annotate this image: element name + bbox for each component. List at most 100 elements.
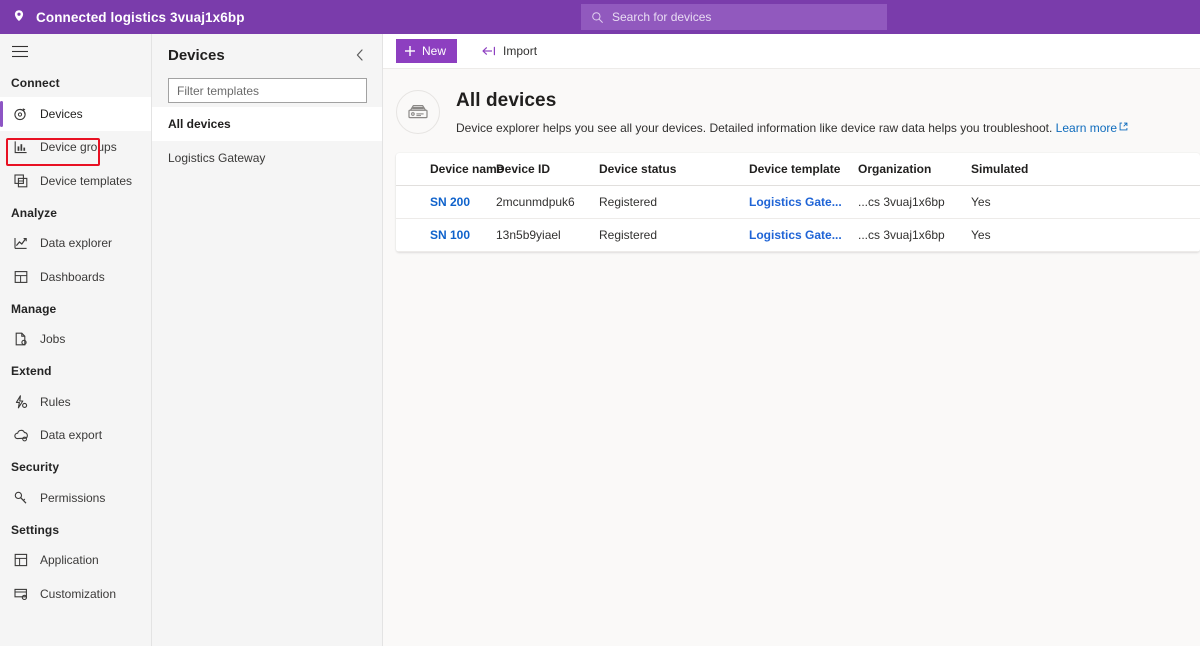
device-name-link[interactable]: SN 100 — [430, 228, 470, 242]
chevron-left-icon[interactable] — [352, 47, 368, 63]
dashboards-icon — [14, 270, 28, 283]
devices-content: All devices Device explorer helps you se… — [383, 69, 1200, 646]
devices-table-card: Device name Device ID Device status Devi… — [396, 153, 1200, 252]
external-link-icon — [1119, 122, 1128, 131]
sidebar-item-data-export[interactable]: Data export — [0, 419, 151, 453]
template-item-logistics-gateway[interactable]: Logistics Gateway — [152, 141, 382, 175]
column-header-organization[interactable]: Organization — [858, 153, 971, 186]
device-gateway-icon — [408, 105, 428, 119]
page-title: All devices — [456, 90, 557, 111]
sidebar-item-jobs[interactable]: Jobs — [0, 323, 151, 357]
nav-section-manage: Manage — [11, 301, 57, 316]
device-groups-icon — [14, 141, 27, 154]
device-template-link[interactable]: Logistics Gate... — [749, 228, 842, 242]
menu-toggle-row[interactable] — [0, 34, 151, 68]
cell-simulated: Yes — [971, 218, 1200, 252]
page-description: Device explorer helps you see all your d… — [456, 121, 1128, 135]
cell-device-status: Registered — [599, 185, 749, 219]
nav-section-analyze: Analyze — [11, 205, 58, 220]
filter-templates-input[interactable] — [168, 78, 367, 103]
sidebar-item-label: Permissions — [40, 490, 106, 505]
sidebar-item-customization[interactable]: Customization — [0, 577, 151, 611]
page-header-texts: All devices Device explorer helps you se… — [456, 88, 1128, 135]
column-header-device-id[interactable]: Device ID — [496, 153, 599, 186]
sidebar-item-permissions[interactable]: Permissions — [0, 481, 151, 515]
devices-table-head: Device name Device ID Device status Devi… — [396, 153, 1200, 186]
left-navigation: Connect Devices Device groups Device tem… — [0, 34, 152, 646]
column-header-device-name[interactable]: Device name — [396, 153, 503, 186]
jobs-icon — [15, 332, 27, 346]
devices-template-panel: Devices All devices Logistics Gateway — [152, 34, 383, 646]
sidebar-item-label: Dashboards — [40, 269, 105, 284]
sidebar-item-label: Device templates — [40, 173, 133, 188]
cell-device-id: 2mcunmdpuk6 — [496, 185, 599, 219]
new-device-button[interactable]: New — [396, 39, 458, 63]
search-input[interactable] — [612, 10, 877, 24]
sidebar-item-label: Rules — [40, 394, 71, 409]
sidebar-item-rules[interactable]: Rules — [0, 385, 151, 419]
sidebar-item-label: Data export — [40, 428, 103, 443]
sidebar-item-label: Jobs — [40, 332, 66, 347]
page-header: All devices Device explorer helps you se… — [383, 88, 1200, 135]
nav-section-extend: Extend — [11, 364, 52, 378]
template-item-all-devices[interactable]: All devices — [152, 107, 382, 141]
device-templates-icon — [14, 174, 28, 188]
column-header-device-status[interactable]: Device status — [599, 153, 749, 186]
import-button-label: Import — [503, 44, 538, 58]
sidebar-item-device-groups[interactable]: Device groups — [0, 131, 151, 165]
devices-table: Device name Device ID Device status Devi… — [396, 153, 1200, 252]
sidebar-item-dashboards[interactable]: Dashboards — [0, 260, 151, 294]
nav-section-settings: Settings — [11, 522, 60, 537]
sidebar-item-label: Customization — [40, 586, 117, 601]
search-icon — [592, 11, 603, 23]
cell-simulated: Yes — [971, 185, 1200, 219]
cell-device-id: 13n5b9yiael — [496, 218, 599, 252]
device-template-link[interactable]: Logistics Gate... — [749, 195, 842, 209]
top-header-bar: Connected logistics 3vuaj1x6bp — [0, 0, 1200, 34]
devices-panel-title: Devices — [168, 46, 225, 64]
app-branding[interactable]: Connected logistics 3vuaj1x6bp — [0, 9, 245, 25]
column-header-simulated[interactable]: Simulated — [971, 153, 1200, 186]
learn-more-label: Learn more — [1055, 121, 1118, 135]
data-explorer-icon — [14, 238, 27, 250]
command-bar: New Import — [383, 34, 1200, 69]
sidebar-item-label: Application — [40, 553, 99, 568]
customization-icon — [14, 588, 28, 600]
app-body: Connect Devices Device groups Device tem… — [0, 34, 1200, 646]
column-header-device-template[interactable]: Device template — [749, 153, 858, 186]
import-button[interactable]: Import — [473, 39, 546, 63]
plus-icon — [405, 46, 415, 56]
sidebar-item-label: Device groups — [40, 140, 117, 155]
sidebar-item-label: Data explorer — [40, 236, 113, 251]
sidebar-item-data-explorer[interactable]: Data explorer — [0, 227, 151, 261]
iot-central-app: Connected logistics 3vuaj1x6bp Connect — [0, 0, 1200, 646]
location-pin-icon — [14, 10, 24, 21]
sidebar-item-device-templates[interactable]: Device templates — [0, 164, 151, 198]
cell-organization: ...cs 3vuaj1x6bp — [858, 218, 971, 252]
sidebar-item-devices[interactable]: Devices — [0, 97, 151, 131]
table-row[interactable]: SN 200 2mcunmdpuk6 Registered Logistics … — [396, 185, 1200, 219]
hamburger-menu-icon[interactable] — [11, 45, 29, 58]
devices-panel-header: Devices — [152, 34, 382, 70]
new-button-label: New — [422, 44, 447, 58]
sidebar-item-label: Devices — [40, 106, 83, 121]
nav-section-connect: Connect — [11, 76, 60, 90]
table-row[interactable]: SN 100 13n5b9yiael Registered Logistics … — [396, 218, 1200, 252]
devices-table-body: SN 200 2mcunmdpuk6 Registered Logistics … — [396, 185, 1200, 252]
cell-device-name: SN 100 — [396, 218, 496, 252]
cell-device-status: Registered — [599, 218, 749, 252]
app-title: Connected logistics 3vuaj1x6bp — [36, 9, 245, 25]
import-arrow-icon — [482, 46, 496, 56]
global-search[interactable] — [581, 4, 887, 30]
device-name-link[interactable]: SN 200 — [430, 195, 470, 209]
application-icon — [14, 554, 28, 567]
page-icon-circle — [396, 90, 440, 134]
nav-section-security: Security — [11, 460, 60, 474]
page-description-text: Device explorer helps you see all your d… — [456, 121, 1053, 135]
cell-device-name: SN 200 — [396, 185, 496, 219]
learn-more-link[interactable]: Learn more — [1056, 121, 1117, 135]
table-header-row: Device name Device ID Device status Devi… — [396, 153, 1200, 186]
filter-templates-wrap — [152, 70, 382, 103]
permissions-key-icon — [14, 491, 27, 504]
sidebar-item-application[interactable]: Application — [0, 544, 151, 578]
